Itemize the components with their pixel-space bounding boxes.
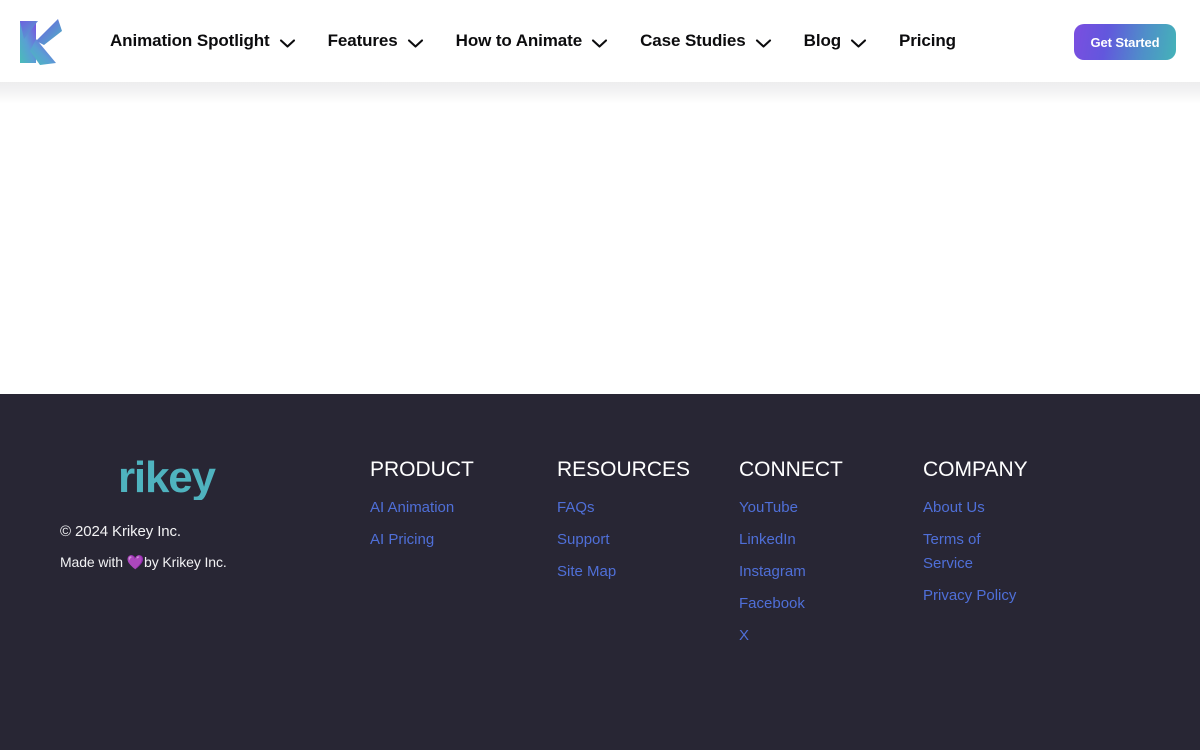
footer-column-resources: RESOURCES FAQs Support Site Map — [557, 457, 707, 588]
made-with-suffix: by Krikey Inc. — [144, 554, 227, 570]
nav-label: How to Animate — [455, 31, 583, 50]
nav-item-blog[interactable]: Blog — [788, 13, 883, 69]
list-item: Facebook — [739, 588, 889, 620]
footer-copyright: © 2024 Krikey Inc. — [60, 523, 181, 540]
footer-column-heading: PRODUCT — [370, 458, 474, 481]
list-item: AI Animation — [370, 492, 478, 524]
footer-column-product: PRODUCT AI Animation AI Pricing — [370, 457, 478, 556]
list-item: About Us — [923, 492, 1031, 524]
nav-label: Pricing — [899, 31, 956, 50]
footer-brand-column: rikey © 2024 Krikey Inc. Made with 💜by K… — [60, 456, 360, 571]
footer-column-connect: CONNECT YouTube LinkedIn Instagram Faceb… — [739, 457, 889, 652]
list-item: Site Map — [557, 556, 707, 588]
footer-column-heading: RESOURCES — [557, 458, 691, 481]
footer-link-youtube[interactable]: YouTube — [739, 492, 798, 524]
header-cta-container: Get Started — [1074, 24, 1176, 60]
made-with-prefix: Made with — [60, 554, 127, 570]
main-content-blank — [0, 82, 1200, 394]
site-footer: rikey © 2024 Krikey Inc. Made with 💜by K… — [0, 394, 1200, 750]
footer-brand-logo[interactable]: rikey — [118, 456, 360, 500]
footer-link-ai-pricing[interactable]: AI Pricing — [370, 524, 434, 556]
list-item: YouTube — [739, 492, 889, 524]
nav-item-case-studies[interactable]: Case Studies — [624, 13, 788, 69]
nav-item-features[interactable]: Features — [312, 13, 440, 69]
chevron-down-icon — [755, 36, 772, 48]
footer-column-heading: CONNECT — [739, 458, 843, 481]
list-item: Support — [557, 524, 707, 556]
list-item: Terms of Service — [923, 524, 1031, 580]
krikey-k-logo-icon[interactable] — [16, 13, 64, 69]
footer-column-heading: COMPANY — [923, 458, 1028, 481]
nav-label: Case Studies — [640, 31, 746, 50]
nav-label: Animation Spotlight — [110, 31, 270, 50]
nav-item-pricing[interactable]: Pricing — [883, 13, 972, 69]
nav-label: Blog — [803, 31, 842, 50]
list-item: Privacy Policy — [923, 580, 1031, 612]
footer-link-x[interactable]: X — [739, 620, 749, 652]
chevron-down-icon — [591, 36, 608, 48]
footer-link-linkedin[interactable]: LinkedIn — [739, 524, 796, 556]
list-item: LinkedIn — [739, 524, 889, 556]
chevron-down-icon — [850, 36, 867, 48]
footer-link-support[interactable]: Support — [557, 524, 610, 556]
footer-link-faqs[interactable]: FAQs — [557, 492, 595, 524]
nav-item-animation-spotlight[interactable]: Animation Spotlight — [94, 13, 312, 69]
list-item: X — [739, 620, 889, 652]
footer-made-with: Made with 💜by Krikey Inc. — [60, 554, 360, 571]
site-header: Animation Spotlight Features How to Anim… — [0, 0, 1200, 82]
main-navigation: Animation Spotlight Features How to Anim… — [94, 13, 972, 69]
nav-label: Features — [327, 31, 398, 50]
get-started-button[interactable]: Get Started — [1074, 24, 1176, 60]
footer-link-list: FAQs Support Site Map — [557, 492, 707, 588]
footer-link-facebook[interactable]: Facebook — [739, 588, 805, 620]
chevron-down-icon — [407, 36, 424, 48]
footer-link-list: YouTube LinkedIn Instagram Facebook X — [739, 492, 889, 652]
footer-link-about-us[interactable]: About Us — [923, 492, 985, 524]
footer-column-company: COMPANY About Us Terms of Service Privac… — [923, 457, 1031, 612]
list-item: Instagram — [739, 556, 889, 588]
purple-heart-icon: 💜 — [126, 554, 145, 570]
header-bottom-shadow — [0, 82, 1200, 104]
footer-link-instagram[interactable]: Instagram — [739, 556, 806, 588]
chevron-down-icon — [279, 36, 296, 48]
footer-link-terms-of-service[interactable]: Terms of Service — [923, 524, 1031, 580]
footer-link-ai-animation[interactable]: AI Animation — [370, 492, 454, 524]
list-item: AI Pricing — [370, 524, 478, 556]
footer-link-list: AI Animation AI Pricing — [370, 492, 478, 556]
footer-link-site-map[interactable]: Site Map — [557, 556, 616, 588]
list-item: FAQs — [557, 492, 707, 524]
nav-item-how-to-animate[interactable]: How to Animate — [440, 13, 624, 69]
footer-link-privacy-policy[interactable]: Privacy Policy — [923, 580, 1016, 612]
footer-link-list: About Us Terms of Service Privacy Policy — [923, 492, 1031, 612]
